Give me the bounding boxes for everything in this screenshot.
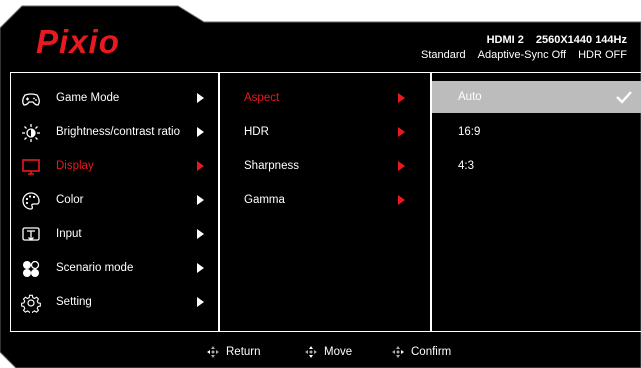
pixio-logo: Pixio [36, 23, 120, 60]
submenu-arrow-icon [398, 195, 405, 205]
osd-menu: Pixio HDMI 2 2560X1440 144Hz Standard Ad… [0, 0, 641, 368]
adaptive-sync-status: Adaptive-Sync Off [477, 49, 567, 61]
submenu-item-gamma[interactable]: Gamma [220, 183, 430, 217]
submenu-arrow-icon [197, 161, 204, 171]
picture-mode: Standard [421, 49, 466, 61]
status-line-2: Standard Adaptive-Sync Off HDR OFF [421, 49, 627, 61]
input-source: HDMI 2 [486, 34, 524, 46]
submenu-arrow-icon [197, 195, 204, 205]
checkmark-icon [616, 91, 632, 104]
main-menu-item-game-mode[interactable]: Game Mode [11, 81, 218, 115]
gear-icon [21, 294, 41, 313]
option-4-3[interactable]: 4:3 [432, 149, 641, 183]
hdr-status: HDR OFF [578, 49, 627, 61]
main-menu-item-color[interactable]: Color [11, 183, 218, 217]
monitor-icon [22, 159, 40, 175]
option-auto[interactable]: Auto [432, 81, 641, 113]
display-submenu: Aspect HDR Sharpness Gamma [219, 72, 431, 332]
submenu-arrow-icon [197, 297, 204, 307]
brightness-icon [22, 124, 40, 142]
submenu-item-hdr[interactable]: HDR [220, 115, 430, 149]
submenu-item-aspect[interactable]: Aspect [220, 81, 430, 115]
submenu-arrow-icon [398, 93, 405, 103]
main-menu-item-input[interactable]: Input [11, 217, 218, 251]
joystick-left-icon [207, 346, 219, 358]
main-menu-item-brightness[interactable]: Brightness/contrast ratio [11, 115, 218, 149]
confirm-hint: Confirm [391, 345, 451, 359]
submenu-arrow-icon [197, 229, 204, 239]
joystick-updown-icon [305, 346, 317, 358]
submenu-arrow-icon [197, 93, 204, 103]
submenu-arrow-icon [197, 127, 204, 137]
main-menu-item-display[interactable]: Display [11, 149, 218, 183]
submenu-arrow-icon [398, 127, 405, 137]
submenu-arrow-icon [398, 161, 405, 171]
return-hint: Return [206, 345, 261, 359]
palette-icon [22, 192, 40, 210]
gamepad-icon [22, 93, 40, 106]
move-hint: Move [304, 345, 352, 359]
submenu-arrow-icon [197, 263, 204, 273]
main-menu-item-scenario[interactable]: Scenario mode [11, 251, 218, 285]
main-menu-item-setting[interactable]: Setting [11, 285, 218, 319]
option-16-9[interactable]: 16:9 [432, 115, 641, 149]
input-icon [22, 227, 40, 241]
submenu-item-sharpness[interactable]: Sharpness [220, 149, 430, 183]
joystick-right-icon [392, 346, 404, 358]
resolution-refresh: 2560X1440 144Hz [535, 34, 627, 46]
status-line-1: HDMI 2 2560X1440 144Hz [487, 34, 627, 46]
main-menu: Game Mode Brightness/contrast ratio Disp… [10, 72, 219, 332]
scenario-icon [23, 260, 40, 277]
aspect-options: Auto 16:9 4:3 [431, 72, 641, 332]
